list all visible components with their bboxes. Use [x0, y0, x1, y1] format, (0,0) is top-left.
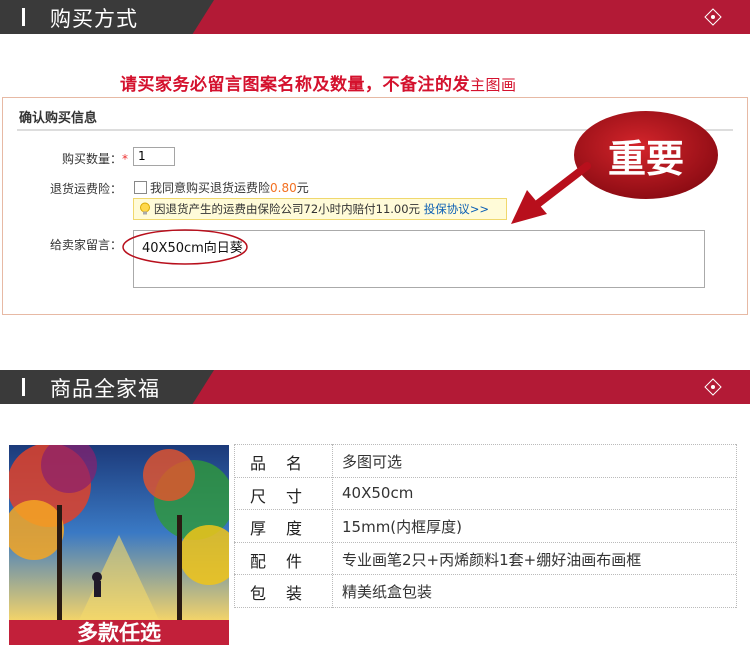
- notice-text: 请买家务必留言图案名称及数量，不备注的发主图画: [120, 70, 517, 95]
- notice-main: 请买家务必留言图案名称及数量，不备注的发: [120, 75, 470, 95]
- spec-key: 配件: [250, 551, 323, 571]
- table-row: 品名 多图可选: [234, 444, 736, 478]
- table-border-right: [736, 444, 737, 608]
- message-label: 给卖家留言：: [50, 238, 123, 252]
- return-price: 0.80: [270, 181, 297, 195]
- section-banner-purchase: 购买方式: [0, 0, 750, 34]
- table-row: 尺寸 40X50cm: [234, 478, 736, 510]
- banner-bar: [22, 8, 25, 26]
- spec-value: 精美纸盒包装: [342, 583, 433, 601]
- table-row: 包装 精美纸盒包装: [234, 575, 736, 608]
- section-banner-products: 商品全家福: [0, 370, 750, 404]
- lightbulb-icon: [140, 202, 150, 215]
- spec-table: 品名 多图可选 尺寸 40X50cm 厚度 15mm(内框厚度) 配件 专业画笔…: [234, 444, 736, 608]
- return-unit: 元: [296, 181, 309, 195]
- quantity-label: 购买数量：*: [62, 150, 128, 167]
- panel-title: 确认购买信息: [19, 111, 98, 126]
- tip-text: 因退货产生的运费由保险公司72小时内赔付11.00元: [154, 202, 421, 216]
- checkbox-text: 我同意购买退货运费险: [150, 181, 271, 195]
- arrow-icon: [511, 162, 591, 224]
- required-mark: *: [122, 152, 129, 166]
- spec-value: 专业画笔2只+丙烯颜料1套+绷好油画布画框: [342, 550, 642, 569]
- spec-value: 15mm(内框厚度): [342, 518, 463, 536]
- product-painting-image: 多款任选: [9, 445, 229, 645]
- section-title: 购买方式: [50, 7, 138, 31]
- spec-key: 包装: [250, 584, 323, 603]
- spec-value: 多图可选: [342, 453, 403, 471]
- section-title: 商品全家福: [50, 377, 160, 401]
- return-insurance-checkbox[interactable]: [134, 181, 147, 194]
- spec-key: 厚度: [250, 519, 323, 538]
- insurance-tip: 因退货产生的运费由保险公司72小时内赔付11.00元 投保协议>>: [133, 198, 507, 220]
- highlight-ellipse: [122, 229, 248, 265]
- table-row: 配件 专业画笔2只+丙烯颜料1套+绷好油画布画框: [234, 543, 736, 575]
- quantity-input[interactable]: 1: [133, 147, 175, 166]
- insurance-agreement-link[interactable]: 投保协议>>: [424, 202, 489, 216]
- banner-bar: [22, 378, 25, 396]
- diamond-icon: [704, 378, 722, 396]
- table-row: 厚度 15mm(内框厚度): [234, 510, 736, 543]
- photo-caption: 多款任选: [77, 621, 161, 645]
- spec-key: 品名: [250, 454, 323, 473]
- return-insurance-label: 退货运费险：: [50, 182, 123, 196]
- diamond-icon: [704, 8, 722, 26]
- notice-extra: 主图画: [470, 76, 517, 94]
- spec-key: 尺寸: [250, 486, 323, 506]
- return-insurance-text: 我同意购买退货运费险0.80元: [150, 179, 309, 196]
- spec-value: 40X50cm: [342, 483, 414, 502]
- quantity-label-text: 购买数量：: [62, 152, 123, 166]
